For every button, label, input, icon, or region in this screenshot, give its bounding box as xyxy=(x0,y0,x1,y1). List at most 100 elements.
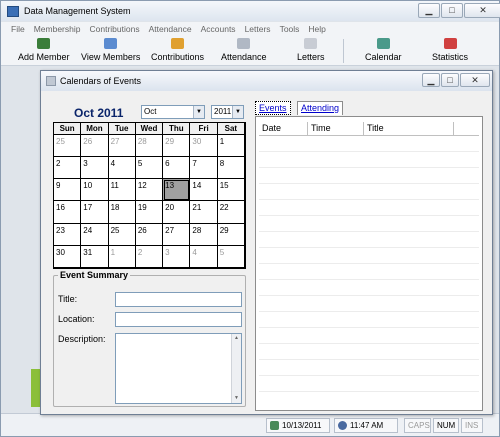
calendar-day-adjacent-month[interactable]: 30 xyxy=(190,135,218,158)
list-grid-line xyxy=(259,359,479,360)
tab-events[interactable]: Events xyxy=(255,101,291,115)
column-time[interactable]: Time xyxy=(308,122,364,135)
attendance-icon xyxy=(237,38,251,49)
dialog-icon xyxy=(46,76,56,86)
event-summary-group: Event Summary Title: Location: Descripti… xyxy=(53,270,246,407)
calendar-day[interactable]: 3 xyxy=(81,157,109,180)
view-members-label: View Members xyxy=(81,52,141,62)
main-title-bar: Data Management System ▁ □ ✕ xyxy=(1,1,500,21)
contributions-button[interactable]: Contributions xyxy=(151,38,204,62)
calendar-day[interactable]: 17 xyxy=(81,201,109,224)
column-title[interactable]: Title xyxy=(364,122,454,135)
tab-attending[interactable]: Attending xyxy=(297,101,344,115)
calendar-day-adjacent-month[interactable]: 3 xyxy=(163,245,191,268)
add-member-button[interactable]: Add Member xyxy=(18,38,70,62)
calendar-grid: Sun Mon Tue Wed Thu Fri Sat 25 26 27 28 29 30 1 2 3 4 5 6 7… xyxy=(53,122,246,269)
calendar-day[interactable]: 15 xyxy=(217,179,245,202)
statistics-button[interactable]: Statistics xyxy=(432,38,468,62)
calendar-day[interactable]: 28 xyxy=(190,223,218,246)
dialog-minimize-button[interactable]: ▁ xyxy=(422,73,440,87)
calendar-day[interactable]: 27 xyxy=(163,223,191,246)
main-maximize-button[interactable]: □ xyxy=(441,3,463,18)
attendance-button[interactable]: Attendance xyxy=(221,38,267,62)
menu-accounts[interactable]: Accounts xyxy=(201,24,236,34)
list-grid-line xyxy=(259,391,479,392)
description-scrollbar[interactable]: ▲ ▼ xyxy=(231,334,241,403)
list-grid-line xyxy=(259,199,479,200)
calendar-day[interactable]: 11 xyxy=(108,179,136,202)
calendar-day[interactable]: 23 xyxy=(54,223,82,246)
menu-tools[interactable]: Tools xyxy=(280,24,300,34)
status-num: NUM xyxy=(433,418,459,433)
calendar-day[interactable]: 31 xyxy=(81,245,109,268)
description-label: Description: xyxy=(58,334,106,344)
calendar-day-adjacent-month[interactable]: 26 xyxy=(81,135,109,158)
calendar-day[interactable]: 16 xyxy=(54,201,82,224)
calendar-day[interactable]: 24 xyxy=(81,223,109,246)
calendar-day[interactable]: 9 xyxy=(54,179,82,202)
calendar-day[interactable]: 18 xyxy=(108,201,136,224)
calendar-day-adjacent-month[interactable]: 28 xyxy=(135,135,164,158)
calendar-day-adjacent-month[interactable]: 4 xyxy=(190,245,218,268)
dialog-close-button[interactable]: ✕ xyxy=(460,73,490,87)
calendar-day[interactable]: 1 xyxy=(217,135,245,158)
calendar-day[interactable]: 2 xyxy=(54,157,82,180)
letters-icon xyxy=(304,38,318,49)
calendar-day[interactable]: 10 xyxy=(81,179,109,202)
dialog-title-bar: Calendars of Events ▁ □ ✕ xyxy=(41,71,492,91)
column-date[interactable]: Date xyxy=(259,122,308,135)
calendar-day[interactable]: 14 xyxy=(190,179,218,202)
calendar-day-adjacent-month[interactable]: 25 xyxy=(54,135,82,158)
calendar-day[interactable]: 7 xyxy=(190,157,218,180)
status-date: 10/13/2011 xyxy=(266,418,330,433)
location-input[interactable] xyxy=(115,312,242,327)
year-select[interactable]: 2011 ▼ xyxy=(211,105,244,119)
calendar-day[interactable]: 5 xyxy=(135,157,164,180)
calendar-day[interactable]: 25 xyxy=(108,223,136,246)
scroll-down-icon[interactable]: ▼ xyxy=(232,394,241,403)
menu-file[interactable]: File xyxy=(11,24,25,34)
menu-contributions[interactable]: Contributions xyxy=(89,24,139,34)
menu-attendance[interactable]: Attendance xyxy=(149,24,192,34)
list-grid-line xyxy=(259,343,479,344)
calendar-day[interactable]: 20 xyxy=(163,201,191,224)
clock-icon xyxy=(338,421,347,430)
day-header: Mon xyxy=(81,123,109,135)
calendar-day[interactable]: 8 xyxy=(217,157,245,180)
title-input[interactable] xyxy=(115,292,242,307)
calendar-day-adjacent-month[interactable]: 1 xyxy=(108,245,136,268)
calendar-day[interactable]: 12 xyxy=(135,179,164,202)
dialog-maximize-button[interactable]: □ xyxy=(441,73,459,87)
calendar-day-adjacent-month[interactable]: 5 xyxy=(217,245,245,268)
month-select-value: Oct xyxy=(144,107,157,116)
calendar-day-adjacent-month[interactable]: 2 xyxy=(135,245,164,268)
menu-letters[interactable]: Letters xyxy=(245,24,271,34)
day-header: Fri xyxy=(190,123,218,135)
description-textarea[interactable]: ▲ ▼ xyxy=(115,333,242,404)
main-minimize-button[interactable]: ▁ xyxy=(418,3,440,18)
status-ins: INS xyxy=(461,418,483,433)
menu-membership[interactable]: Membership xyxy=(34,24,81,34)
calendar-button[interactable]: Calendar xyxy=(365,38,402,62)
list-grid-line xyxy=(259,295,479,296)
scroll-up-icon[interactable]: ▲ xyxy=(232,334,241,343)
calendar-day[interactable]: 30 xyxy=(54,245,82,268)
calendar-day[interactable]: 29 xyxy=(217,223,245,246)
menu-help[interactable]: Help xyxy=(308,24,325,34)
view-members-button[interactable]: View Members xyxy=(81,38,140,62)
calendar-day[interactable]: 13 xyxy=(163,179,191,202)
calendar-day[interactable]: 22 xyxy=(217,201,245,224)
list-grid-line xyxy=(259,231,479,232)
list-grid-line xyxy=(259,247,479,248)
calendar-day[interactable]: 4 xyxy=(108,157,136,180)
calendar-day-adjacent-month[interactable]: 29 xyxy=(163,135,191,158)
calendar-day[interactable]: 19 xyxy=(135,201,164,224)
main-close-button[interactable]: ✕ xyxy=(464,3,500,18)
calendar-day[interactable]: 21 xyxy=(190,201,218,224)
calendar-day-adjacent-month[interactable]: 27 xyxy=(108,135,136,158)
calendar-day[interactable]: 26 xyxy=(135,223,164,246)
calendar-day[interactable]: 6 xyxy=(163,157,191,180)
events-list[interactable]: Date Time Title xyxy=(255,116,483,411)
month-select[interactable]: Oct ▼ xyxy=(141,105,205,119)
letters-button[interactable]: Letters xyxy=(297,38,325,62)
